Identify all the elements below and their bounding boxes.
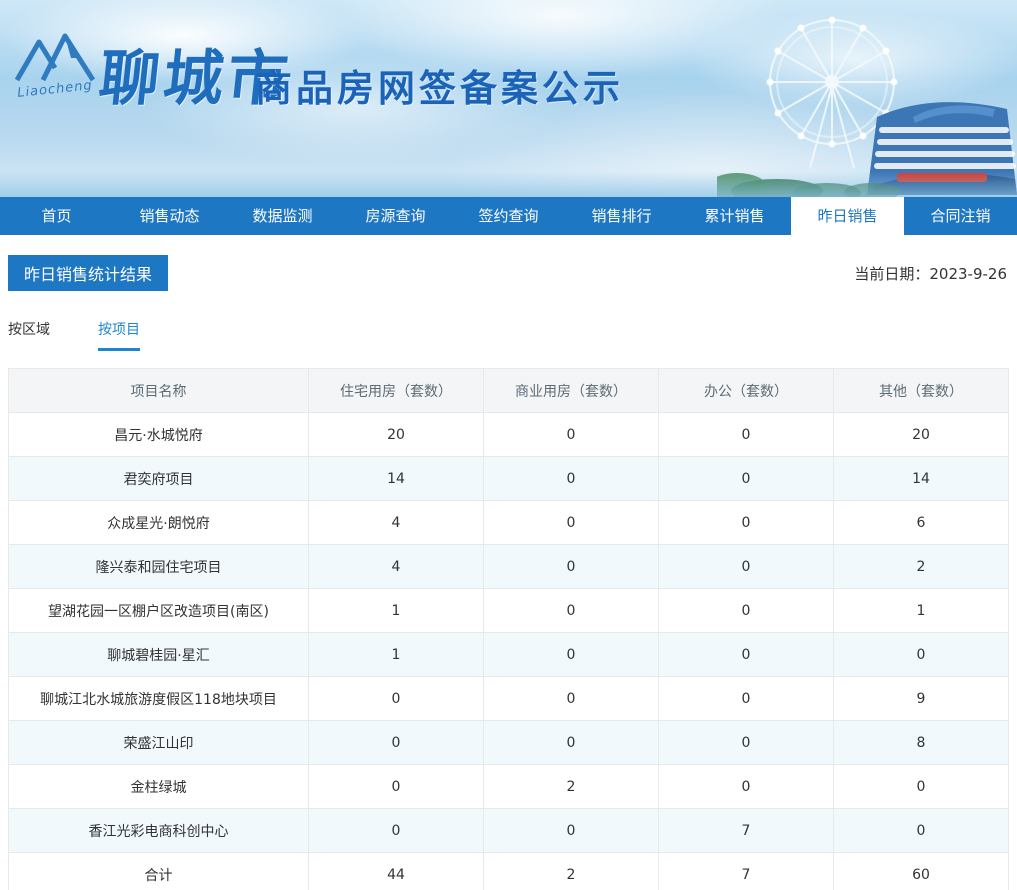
- logo-mountain-icon: [14, 33, 96, 82]
- count-cell: 0: [308, 808, 484, 853]
- table-row: 聊城碧桂园·星汇 1 0 0 0: [8, 632, 1009, 677]
- current-date-label: 当前日期：2023-9-26: [854, 264, 1007, 283]
- count-cell: 1: [833, 588, 1009, 633]
- table-row: 香江光彩电商科创中心 0 0 7 0: [8, 808, 1009, 853]
- count-cell: 0: [483, 676, 659, 721]
- count-cell: 7: [658, 808, 834, 853]
- liaocheng-logo: Liaocheng: [12, 28, 98, 101]
- count-cell: 2: [483, 852, 659, 890]
- project-name-cell: 合计: [8, 852, 309, 890]
- project-name-cell: 金柱绿城: [8, 764, 309, 809]
- count-cell: 14: [833, 456, 1009, 501]
- nav-item-3[interactable]: 数据监测: [226, 197, 339, 235]
- count-cell: 0: [483, 544, 659, 589]
- table-row: 金柱绿城 0 2 0 0: [8, 764, 1009, 809]
- table-row: 众成星光·朗悦府 4 0 0 6: [8, 500, 1009, 545]
- nav-item-6[interactable]: 销售排行: [565, 197, 678, 235]
- count-cell: 7: [658, 852, 834, 890]
- table-total-row: 合计 44 2 7 60: [8, 852, 1009, 890]
- count-cell: 0: [483, 632, 659, 677]
- project-name-cell: 香江光彩电商科创中心: [8, 808, 309, 853]
- view-tabs: 按区域 按项目: [8, 319, 1009, 352]
- count-cell: 20: [833, 412, 1009, 457]
- count-cell: 60: [833, 852, 1009, 890]
- count-cell: 0: [658, 544, 834, 589]
- count-cell: 0: [658, 720, 834, 765]
- content-header: 昨日销售统计结果 当前日期：2023-9-26: [8, 255, 1009, 291]
- nav-item-9[interactable]: 合同注销: [904, 197, 1017, 235]
- table-header-row: 项目名称 住宅用房（套数） 商业用房（套数） 办公（套数） 其他（套数）: [8, 368, 1009, 413]
- main-nav: 首页 销售动态 数据监测 房源查询 签约查询 销售排行 累计销售 昨日销售 合同注销: [0, 197, 1017, 235]
- project-name-cell: 君奕府项目: [8, 456, 309, 501]
- table-row: 君奕府项目 14 0 0 14: [8, 456, 1009, 501]
- count-cell: 2: [833, 544, 1009, 589]
- table-row: 聊城江北水城旅游度假区118地块项目 0 0 0 9: [8, 676, 1009, 721]
- count-cell: 0: [483, 500, 659, 545]
- nav-item-5[interactable]: 签约查询: [452, 197, 565, 235]
- nav-item-4[interactable]: 房源查询: [339, 197, 452, 235]
- table-head: 项目名称 住宅用房（套数） 商业用房（套数） 办公（套数） 其他（套数）: [8, 368, 1009, 413]
- table-row: 隆兴泰和园住宅项目 4 0 0 2: [8, 544, 1009, 589]
- banner-title: 商品房网签备案公示: [255, 67, 624, 110]
- table-header-cell: 其他（套数）: [833, 368, 1009, 413]
- count-cell: 9: [833, 676, 1009, 721]
- count-cell: 0: [483, 720, 659, 765]
- count-cell: 0: [833, 764, 1009, 809]
- count-cell: 0: [658, 500, 834, 545]
- table-header-cell: 住宅用房（套数）: [308, 368, 484, 413]
- banner-water-strip: [0, 171, 1017, 197]
- project-name-cell: 聊城碧桂园·星汇: [8, 632, 309, 677]
- project-name-cell: 昌元·水城悦府: [8, 412, 309, 457]
- count-cell: 1: [308, 588, 484, 633]
- table-header-cell: 项目名称: [8, 368, 309, 413]
- nav-item-1[interactable]: 首页: [0, 197, 113, 235]
- main-content: 昨日销售统计结果 当前日期：2023-9-26 按区域 按项目 项目名称 住宅用房（…: [0, 255, 1017, 890]
- sales-stats-table: 项目名称 住宅用房（套数） 商业用房（套数） 办公（套数） 其他（套数） 昌元·水城悦府…: [8, 368, 1009, 890]
- count-cell: 14: [308, 456, 484, 501]
- nav-item-7[interactable]: 累计销售: [678, 197, 791, 235]
- count-cell: 0: [308, 764, 484, 809]
- count-cell: 0: [483, 412, 659, 457]
- count-cell: 0: [833, 808, 1009, 853]
- table-row: 望湖花园一区棚户区改造项目(南区) 1 0 0 1: [8, 588, 1009, 633]
- count-cell: 1: [308, 632, 484, 677]
- count-cell: 0: [658, 632, 834, 677]
- count-cell: 6: [833, 500, 1009, 545]
- count-cell: 2: [483, 764, 659, 809]
- count-cell: 0: [483, 588, 659, 633]
- count-cell: 0: [658, 676, 834, 721]
- table-header-cell: 办公（套数）: [658, 368, 834, 413]
- project-name-cell: 荣盛江山印: [8, 720, 309, 765]
- count-cell: 0: [308, 720, 484, 765]
- count-cell: 0: [658, 412, 834, 457]
- table-header-cell: 商业用房（套数）: [483, 368, 659, 413]
- count-cell: 0: [308, 676, 484, 721]
- count-cell: 0: [833, 632, 1009, 677]
- table-row: 昌元·水城悦府 20 0 0 20: [8, 412, 1009, 457]
- table-body: 昌元·水城悦府 20 0 0 20 君奕府项目 14 0 0 14 众成星光·朗悦府 4 0 0 6 隆兴泰和…: [8, 412, 1009, 890]
- count-cell: 4: [308, 500, 484, 545]
- project-name-cell: 望湖花园一区棚户区改造项目(南区): [8, 588, 309, 633]
- page-title: 昨日销售统计结果: [8, 255, 169, 291]
- count-cell: 4: [308, 544, 484, 589]
- nav-item-8[interactable]: 昨日销售: [791, 197, 904, 235]
- count-cell: 0: [658, 588, 834, 633]
- nav-item-2[interactable]: 销售动态: [113, 197, 226, 235]
- header-banner: Liaocheng 聊城市 商品房网签备案公示: [0, 0, 1017, 197]
- count-cell: 8: [833, 720, 1009, 765]
- tab-2[interactable]: 按项目: [98, 319, 140, 351]
- count-cell: 20: [308, 412, 484, 457]
- count-cell: 0: [483, 456, 659, 501]
- count-cell: 0: [658, 456, 834, 501]
- count-cell: 0: [483, 808, 659, 853]
- project-name-cell: 聊城江北水城旅游度假区118地块项目: [8, 676, 309, 721]
- tab-1[interactable]: 按区域: [8, 319, 50, 351]
- project-name-cell: 众成星光·朗悦府: [8, 500, 309, 545]
- table-row: 荣盛江山印 0 0 0 8: [8, 720, 1009, 765]
- count-cell: 0: [658, 764, 834, 809]
- count-cell: 44: [308, 852, 484, 890]
- project-name-cell: 隆兴泰和园住宅项目: [8, 544, 309, 589]
